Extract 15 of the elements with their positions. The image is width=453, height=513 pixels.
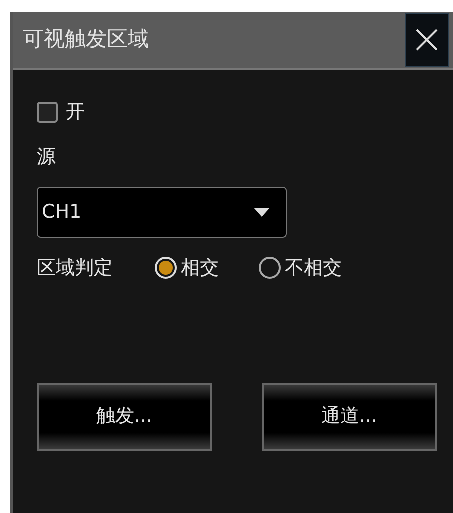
checkbox-label: 开 — [66, 100, 85, 125]
caret-icon — [254, 208, 270, 218]
source-dropdown[interactable]: CH1 — [37, 187, 287, 238]
checkbox[interactable] — [37, 102, 58, 123]
radio-label: 相交 — [181, 256, 219, 281]
window-title: 可视触发区域 — [23, 26, 149, 54]
dropdown-value: CH1 — [42, 200, 82, 226]
field-label: 区域判定 — [37, 256, 113, 281]
close-button[interactable] — [405, 13, 449, 67]
field-label: 源 — [37, 144, 56, 170]
radio-button[interactable] — [259, 257, 281, 280]
action-button[interactable]: 通道... — [262, 382, 437, 450]
action-button[interactable]: 触发... — [37, 382, 212, 450]
radio-label: 不相交 — [285, 256, 342, 281]
close-icon — [415, 28, 439, 52]
